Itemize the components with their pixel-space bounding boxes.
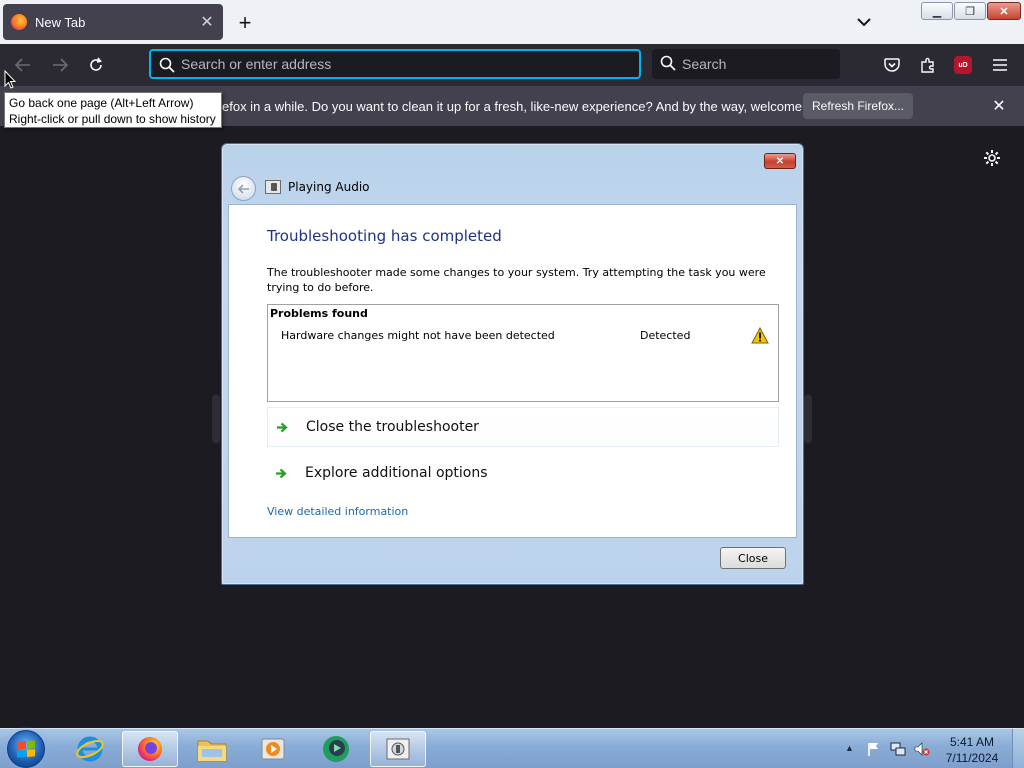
system-clock[interactable]: 5:41 AM 7/11/2024: [940, 734, 1004, 766]
address-bar-placeholder: Search or enter address: [181, 56, 332, 72]
problems-found-header: Problems found: [270, 307, 368, 320]
clock-date: 7/11/2024: [945, 751, 999, 765]
close-notification-icon[interactable]: ✕: [990, 97, 1008, 115]
media-player-icon: [261, 738, 285, 760]
gear-icon: [984, 150, 1000, 166]
show-hidden-icons-button[interactable]: ▲: [845, 743, 854, 753]
dialog-back-button[interactable]: [231, 176, 256, 201]
search-icon: [660, 55, 676, 71]
explore-additional-options[interactable]: Explore additional options: [267, 453, 779, 493]
firefox-icon: [11, 14, 27, 30]
view-detailed-information-link[interactable]: View detailed information: [267, 505, 408, 518]
taskbar-media-player[interactable]: [245, 731, 301, 767]
problems-found-list: Problems found Hardware changes might no…: [267, 304, 779, 402]
forward-button[interactable]: [48, 53, 72, 77]
restore-button[interactable]: ❐: [954, 2, 986, 20]
folder-icon: [197, 740, 227, 762]
tab-strip: New Tab ✕ + ▁ ❐ ✕: [0, 0, 1024, 44]
close-window-button[interactable]: ✕: [987, 2, 1021, 20]
clock-time: 5:41 AM: [949, 735, 995, 749]
page-settings-button[interactable]: [983, 149, 1003, 169]
hidden-panel-edge: [212, 395, 220, 443]
puzzle-icon: [921, 57, 934, 73]
back-button-tooltip: Go back one page (Alt+Left Arrow) Right-…: [4, 92, 222, 128]
ublock-origin-icon[interactable]: uD: [954, 56, 972, 74]
troubleshooter-app-icon: [265, 180, 281, 194]
action-center-flag-icon[interactable]: [866, 741, 882, 757]
windows-logo-icon: [17, 740, 35, 758]
problem-name: Hardware changes might not have been det…: [281, 329, 555, 342]
close-button[interactable]: Close: [720, 547, 786, 569]
search-bar-placeholder: Search: [682, 56, 727, 72]
option-label: Close the troubleshooter: [306, 419, 479, 435]
extensions-button[interactable]: [916, 53, 940, 77]
troubleshooter-dialog: ✕ Playing Audio Troubleshooting has comp…: [221, 143, 804, 585]
taskbar-firefox[interactable]: [122, 731, 178, 767]
search-bar[interactable]: Search: [652, 49, 840, 79]
dialog-close-button[interactable]: ✕: [764, 153, 796, 169]
tab-title: New Tab: [35, 14, 86, 30]
taskbar-internet-explorer[interactable]: [62, 731, 118, 767]
app-menu-button[interactable]: [988, 53, 1012, 77]
taskbar-troubleshooter[interactable]: [370, 731, 426, 767]
problem-status: Detected: [640, 329, 691, 342]
navigation-toolbar: Search or enter address Search uD: [0, 44, 1024, 86]
window-controls: ▁ ❐ ✕: [921, 2, 1021, 20]
troubleshooter-icon: [386, 738, 410, 760]
dialog-heading: Troubleshooting has completed: [267, 227, 502, 245]
dialog-content: Troubleshooting has completed The troubl…: [228, 204, 797, 538]
tab-new-tab[interactable]: New Tab ✕: [3, 4, 223, 40]
tooltip-line-2: Right-click or pull down to show history: [9, 112, 216, 126]
network-icon[interactable]: [890, 741, 906, 757]
taskbar-file-explorer[interactable]: [184, 731, 240, 767]
green-arrow-icon: [275, 468, 289, 479]
start-button[interactable]: [7, 730, 45, 768]
show-desktop-button[interactable]: [1012, 729, 1024, 768]
taskbar-media-center[interactable]: [308, 731, 364, 767]
close-troubleshooter-option[interactable]: Close the troubleshooter: [267, 407, 779, 447]
hidden-panel-edge: [804, 395, 812, 443]
minimize-button[interactable]: ▁: [921, 2, 953, 20]
reload-button[interactable]: [84, 53, 108, 77]
address-bar[interactable]: Search or enter address: [149, 49, 641, 79]
arrow-right-icon: [53, 58, 68, 72]
dialog-description: The troubleshooter made some changes to …: [267, 266, 766, 294]
arrow-left-icon: [237, 183, 249, 194]
arrow-left-icon: [15, 58, 30, 72]
dialog-title: Playing Audio: [288, 180, 370, 194]
pocket-icon: [884, 57, 900, 72]
problem-row[interactable]: Hardware changes might not have been det…: [268, 327, 778, 345]
new-tab-button[interactable]: +: [232, 10, 258, 36]
green-arrow-icon: [276, 422, 290, 433]
volume-muted-icon[interactable]: [914, 741, 930, 757]
warning-icon: [751, 327, 769, 344]
internet-explorer-icon: [76, 736, 104, 762]
pocket-button[interactable]: [880, 53, 904, 77]
close-tab-icon[interactable]: ✕: [195, 10, 219, 34]
reload-icon: [90, 57, 102, 71]
mouse-cursor-icon: [4, 70, 16, 89]
list-all-tabs-button[interactable]: [852, 12, 876, 32]
tooltip-line-1: Go back one page (Alt+Left Arrow): [9, 96, 194, 110]
firefox-icon: [138, 737, 162, 761]
ublock-label: uD: [958, 61, 968, 69]
refresh-firefox-button[interactable]: Refresh Firefox...: [803, 93, 913, 119]
windows-media-center-icon: [323, 736, 349, 762]
chevron-down-icon: [857, 17, 871, 26]
notification-text: efox in a while. Do you want to clean it…: [222, 99, 837, 114]
hamburger-menu-icon: [993, 59, 1007, 71]
search-icon: [159, 57, 175, 73]
windows-taskbar: ▲ 5:41 AM 7/11/2024: [0, 728, 1024, 768]
option-label: Explore additional options: [305, 465, 488, 481]
